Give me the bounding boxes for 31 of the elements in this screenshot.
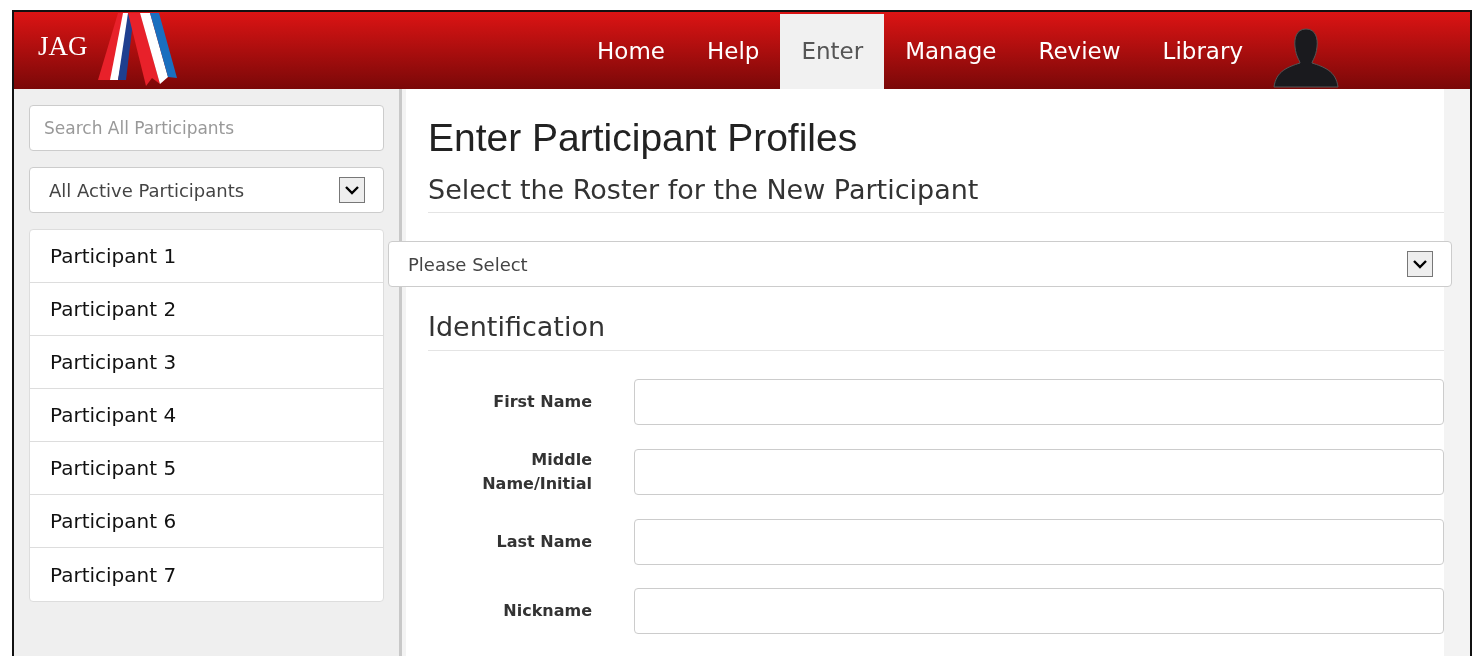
nav-tab[interactable]: Enter: [780, 14, 885, 89]
section-heading: Select the Roster for the New Participant: [428, 173, 1444, 214]
roster-select[interactable]: Please Select: [388, 241, 1452, 288]
participant-item[interactable]: Participant 5: [30, 442, 383, 495]
search-field[interactable]: Search All Participants: [29, 105, 384, 151]
nav-tab[interactable]: Manage: [884, 14, 1018, 89]
input-field[interactable]: [634, 378, 1444, 425]
participant-item[interactable]: Participant 7: [30, 548, 383, 601]
user-avatar-icon[interactable]: [1272, 27, 1340, 89]
participant-item[interactable]: Participant 3: [30, 336, 383, 389]
page-title: Enter Participant Profiles: [428, 115, 859, 161]
input-field[interactable]: [634, 587, 1444, 634]
nav-tab[interactable]: Home: [576, 14, 686, 89]
nav-tab[interactable]: Review: [1017, 14, 1142, 89]
participant-item[interactable]: Participant 6: [30, 495, 383, 548]
participant-item[interactable]: Participant 1: [30, 230, 383, 283]
field-label: First Name: [492, 390, 593, 413]
caret-icon: [1407, 251, 1433, 278]
input-field[interactable]: [634, 448, 1444, 495]
input-field[interactable]: [634, 518, 1444, 565]
participant-item[interactable]: Participant 4: [30, 389, 383, 442]
field-label: Last Name: [495, 530, 593, 553]
field-label: Nickname: [502, 599, 593, 622]
nav-tab[interactable]: Library: [1141, 14, 1264, 89]
section-heading: Identification: [428, 311, 1444, 351]
field-label: Middle Name/Initial: [481, 448, 593, 495]
filter-select[interactable]: All Active Participants: [29, 167, 384, 213]
caret-icon: [339, 177, 365, 203]
brand-name: JAG: [38, 30, 88, 64]
nav-tab[interactable]: Help: [685, 14, 781, 89]
participant-item[interactable]: Participant 2: [30, 283, 383, 336]
